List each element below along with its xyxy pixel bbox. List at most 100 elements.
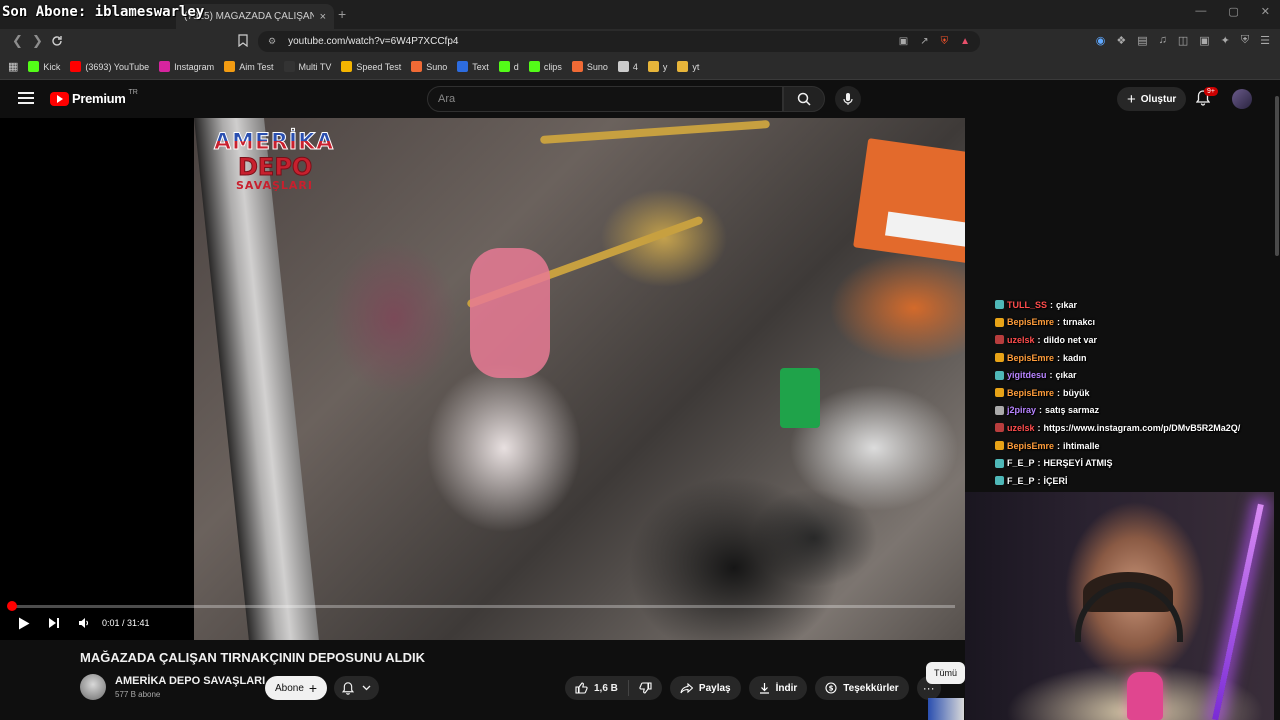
share-page-icon[interactable]: ↗ <box>920 36 928 47</box>
bookmark-item[interactable]: d <box>498 61 519 72</box>
reload-icon[interactable] <box>51 35 63 47</box>
wallet-icon[interactable]: ▣ <box>1199 34 1209 47</box>
menu-icon[interactable]: ☰ <box>1260 34 1270 47</box>
bookmark-label: Text <box>472 61 489 72</box>
channel-avatar[interactable] <box>80 674 106 700</box>
thanks-button[interactable]: $ Teşekkürler <box>815 676 909 700</box>
leo-ai-icon[interactable]: ✦ <box>1221 34 1230 47</box>
screen: (7915) MAĞAZADA ÇALIŞAN TIR × + — ▢ ✕ So… <box>0 0 1280 720</box>
filter-chip-all[interactable]: Tümü <box>926 662 966 684</box>
bookmark-item[interactable]: Suno <box>411 61 447 72</box>
bookmark-favicon-icon <box>647 61 659 72</box>
like-dislike-group: 1,6 B <box>565 676 662 700</box>
chat-badge-icon <box>995 423 1004 433</box>
page-scrollbar-thumb[interactable] <box>1275 96 1279 256</box>
chat-username: uzelsk <box>1007 334 1035 345</box>
site-info-icon[interactable]: ⚙ <box>268 36 276 47</box>
volume-button[interactable] <box>78 617 90 629</box>
minimize-button[interactable]: — <box>1195 5 1206 18</box>
brave-rewards-icon[interactable]: ▲ <box>960 36 970 47</box>
account-avatar[interactable] <box>1232 89 1252 109</box>
like-button[interactable]: 1,6 B <box>565 680 629 696</box>
guide-menu-icon[interactable] <box>18 92 34 107</box>
voice-search-button[interactable] <box>835 86 861 112</box>
search-button[interactable] <box>783 86 825 112</box>
bookmark-item[interactable]: (3693) YouTube <box>70 61 149 72</box>
subscribe-button[interactable]: Abone + <box>265 676 328 700</box>
bookmark-item[interactable]: Kick <box>28 61 60 72</box>
search-box <box>427 86 783 112</box>
bookmark-label: y <box>662 61 668 72</box>
streamer-microphone <box>1127 672 1163 720</box>
bookmark-item[interactable]: yt <box>677 61 699 72</box>
download-button[interactable]: İndir <box>748 676 808 700</box>
play-button[interactable] <box>18 617 30 630</box>
extensions-puzzle-icon[interactable]: ❖ <box>1116 34 1126 47</box>
bookmark-item[interactable]: Instagram <box>159 61 214 72</box>
scrubber-handle[interactable] <box>7 601 17 611</box>
reading-list-icon[interactable]: ▤ <box>1137 34 1147 47</box>
bookmark-star-icon[interactable] <box>238 34 248 47</box>
bell-icon <box>342 681 354 695</box>
bookmark-favicon-icon <box>498 61 510 72</box>
apps-grid-icon[interactable]: ▦ <box>8 60 18 73</box>
next-button[interactable] <box>48 617 60 629</box>
bookmark-item[interactable]: Speed Test <box>341 61 401 72</box>
chat-badge-icon <box>995 441 1004 451</box>
tab-close-icon[interactable]: × <box>320 11 326 23</box>
maximize-button[interactable]: ▢ <box>1228 5 1238 18</box>
music-icon[interactable]: ♫ <box>1159 34 1167 47</box>
bookmark-item[interactable]: Suno <box>571 61 608 72</box>
video-title: MAĞAZADA ÇALIŞAN TIRNAKÇININ DEPOSUNU AL… <box>80 650 425 665</box>
bookmark-label: Aim Test <box>239 61 274 72</box>
stream-chat-overlay: TULL_SS: çıkar BepisEmre: tırnakcı uzelsk: di… <box>995 296 1280 490</box>
chat-text: dildo net var <box>1043 334 1098 345</box>
search-input[interactable] <box>438 93 772 105</box>
bookmark-favicon-icon <box>457 61 469 72</box>
bookmark-item[interactable]: Multi TV <box>283 61 331 72</box>
volume-icon <box>79 618 89 628</box>
share-button[interactable]: Paylaş <box>669 676 741 700</box>
bookmark-item[interactable]: Aim Test <box>224 61 274 72</box>
chat-message: F_E_P: HERŞEYİ ATMIŞ <box>995 454 1280 472</box>
channel-name[interactable]: AMERİKA DEPO SAVAŞLARI <box>115 675 265 687</box>
chat-message: uzelsk: https://www.instagram.com/p/DMvB5… <box>995 419 1280 437</box>
bookmark-item[interactable]: Text <box>457 61 489 72</box>
extension-1-icon[interactable]: ◉ <box>1096 34 1106 47</box>
video-player[interactable]: AMERİKA DEPO SAVAŞLARI <box>0 118 965 640</box>
new-tab-button[interactable]: + <box>338 6 346 22</box>
bookmark-favicon-icon <box>28 61 40 72</box>
sidebar-icon[interactable]: ◫ <box>1178 34 1188 47</box>
bookmark-favicon-icon <box>677 61 689 72</box>
url-field[interactable]: ⚙ youtube.com/watch?v=6W4P7XCCfp4 ▣ ↗ ⛨ … <box>258 31 980 52</box>
player-controls: 0:01 / 31:41 <box>0 612 965 634</box>
bookmark-item[interactable]: y <box>647 61 668 72</box>
cast-icon[interactable]: ▣ <box>899 36 908 47</box>
bookmark-item[interactable]: 4 <box>617 61 638 72</box>
close-window-button[interactable]: ✕ <box>1261 5 1270 18</box>
back-icon[interactable]: ❮ <box>12 33 23 49</box>
progress-bar[interactable] <box>7 601 955 611</box>
notification-settings-button[interactable] <box>334 676 379 700</box>
forward-icon[interactable]: ❯ <box>32 33 43 49</box>
bookmark-label: Kick <box>43 61 61 72</box>
chat-badge-icon <box>995 388 1004 398</box>
create-button[interactable]: + Oluştur <box>1117 87 1187 111</box>
bookmark-label: clips <box>543 61 562 72</box>
youtube-logo[interactable]: Premium TR <box>50 89 138 106</box>
dislike-button[interactable] <box>629 682 662 694</box>
bookmark-item[interactable]: clips <box>528 61 562 72</box>
video-content-orange-box <box>853 138 965 268</box>
notifications-button[interactable]: 9+ <box>1195 87 1218 111</box>
vpn-icon[interactable]: ⛨ <box>1241 34 1249 47</box>
chat-badge-icon <box>995 335 1004 345</box>
chat-message: uzelsk: dildo net var <box>995 331 1280 349</box>
recommended-video-thumbnail[interactable] <box>928 698 964 720</box>
bookmark-label: (3693) YouTube <box>85 61 150 72</box>
bookmark-favicon-icon <box>283 61 295 72</box>
bookmark-favicon-icon <box>159 61 171 72</box>
chat-separator: : <box>1037 422 1041 433</box>
brave-shield-icon[interactable]: ⛨ <box>941 36 949 47</box>
bookmark-favicon-icon <box>70 61 82 72</box>
watermark-line-1: AMERİKA <box>214 130 364 156</box>
